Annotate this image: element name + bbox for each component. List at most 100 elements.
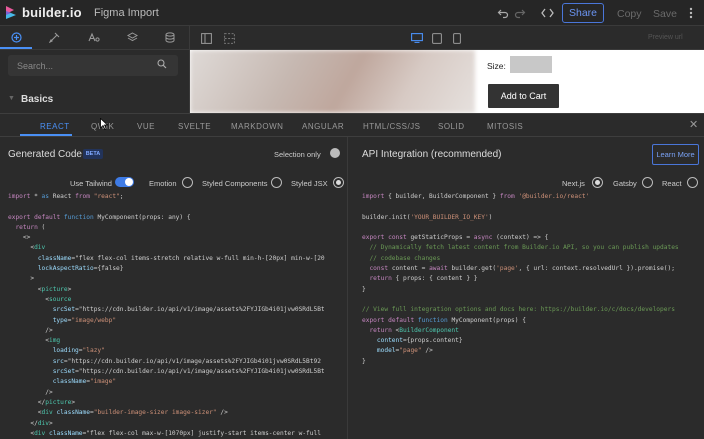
generated-code-line: <> bbox=[8, 234, 31, 242]
layers-tab-icon[interactable] bbox=[125, 30, 139, 44]
generated-code-line: <div className="builder-image-sizer imag… bbox=[8, 409, 228, 417]
sidebar-toggle-icon[interactable] bbox=[199, 31, 213, 45]
chevron-down-icon[interactable]: ▼ bbox=[8, 95, 15, 102]
tab-svelte[interactable]: SVELTE bbox=[178, 122, 211, 131]
save-button[interactable]: Save bbox=[653, 8, 677, 20]
learn-more-button[interactable]: Learn More bbox=[652, 144, 699, 165]
grid-icon[interactable] bbox=[222, 31, 236, 45]
tab-mitosis[interactable]: MITOSIS bbox=[487, 122, 523, 131]
gatsby-radio[interactable] bbox=[642, 177, 653, 188]
tab-react[interactable]: REACT bbox=[40, 122, 70, 131]
react-radio[interactable] bbox=[687, 177, 698, 188]
api-integration-title: API Integration (recommended) bbox=[362, 149, 502, 160]
selection-only-toggle[interactable] bbox=[330, 148, 340, 158]
integration-code-line bbox=[362, 223, 679, 233]
emotion-radio[interactable] bbox=[182, 177, 193, 188]
tab-markdown[interactable]: MARKDOWN bbox=[231, 122, 283, 131]
tablet-view-icon[interactable] bbox=[430, 31, 444, 45]
preview-url-label[interactable]: Preview url bbox=[648, 34, 683, 41]
integration-code-line: } bbox=[362, 357, 366, 365]
brand-name: builder.io bbox=[22, 5, 82, 20]
size-select[interactable] bbox=[510, 56, 552, 73]
more-menu-icon[interactable] bbox=[684, 6, 698, 20]
generated-code-line: </div> bbox=[8, 419, 53, 427]
generated-code-line: </picture> bbox=[8, 398, 76, 406]
integration-code-line: return { props: { content } } bbox=[369, 275, 478, 283]
search-icon bbox=[157, 59, 167, 71]
generated-code-line: <div className="flex flex-col max-w-[107… bbox=[8, 429, 321, 437]
use-tailwind-label: Use Tailwind bbox=[70, 179, 112, 188]
generated-code-line: lockAspectRatio={false} bbox=[37, 265, 124, 273]
generated-code-line: <div bbox=[8, 244, 46, 252]
tab-angular[interactable]: ANGULAR bbox=[302, 122, 344, 131]
basics-section-label[interactable]: Basics bbox=[21, 94, 53, 105]
preview-toolbar: Preview url bbox=[190, 26, 704, 50]
close-icon[interactable]: ✕ bbox=[689, 118, 698, 131]
integration-code-line: export default function MyComponent(prop… bbox=[362, 316, 526, 324]
api-integration-panel: API Integration (recommended) Learn More… bbox=[347, 137, 704, 439]
generated-code-line: className="flex flex-col items-stretch r… bbox=[37, 254, 325, 262]
integration-code-line bbox=[362, 295, 679, 305]
generated-code-line: return ( bbox=[15, 223, 46, 231]
tab-vue[interactable]: VUE bbox=[137, 122, 155, 131]
generated-code-panel: Generated Code BETA Selection only Use T… bbox=[0, 137, 347, 439]
styled-components-label: Styled Components bbox=[202, 179, 268, 188]
generated-code-line: export default function MyComponent(prop… bbox=[8, 213, 191, 221]
generated-code-line: <source bbox=[8, 295, 72, 303]
generated-code-line: srcSet="https://cdn.builder.io/api/v1/im… bbox=[52, 306, 325, 314]
tab-solid[interactable]: SOLID bbox=[438, 122, 465, 131]
top-toolbar: builder.io Figma Import Share Copy Save bbox=[0, 0, 704, 26]
beta-badge: BETA bbox=[83, 149, 103, 159]
search-input[interactable] bbox=[8, 55, 178, 76]
integration-code-line: const content = await builder.get('page'… bbox=[369, 265, 675, 273]
mobile-view-icon[interactable] bbox=[450, 31, 464, 45]
generated-code-line: > bbox=[8, 275, 35, 283]
styled-components-radio[interactable] bbox=[271, 177, 282, 188]
app-root: builder.io Figma Import Share Copy Save bbox=[0, 0, 704, 439]
gatsby-label: Gatsby bbox=[613, 179, 637, 188]
code-icon[interactable] bbox=[540, 6, 554, 20]
text-tab-icon[interactable] bbox=[87, 30, 101, 44]
generated-code-line: /> bbox=[8, 326, 53, 334]
generated-code-line: type="image/webp" bbox=[52, 316, 117, 324]
redo-icon[interactable] bbox=[513, 6, 527, 20]
data-tab-icon[interactable] bbox=[163, 30, 177, 44]
add-to-cart-button[interactable]: Add to Cart bbox=[488, 84, 559, 108]
tab-html-css-js[interactable]: HTML/CSS/JS bbox=[363, 122, 421, 131]
preview-canvas[interactable]: Size: Add to Cart bbox=[190, 50, 704, 113]
integration-code-line: // View full integration options and doc… bbox=[362, 306, 675, 314]
generated-code-line: loading="lazy" bbox=[52, 347, 105, 355]
active-framework-indicator bbox=[20, 134, 72, 136]
size-label: Size: bbox=[487, 61, 506, 71]
builder-logo-icon bbox=[6, 6, 16, 19]
integration-code-line: return <BuilderComponent bbox=[369, 326, 459, 334]
generated-code-line: className="image" bbox=[52, 378, 117, 386]
copy-button[interactable]: Copy bbox=[617, 8, 642, 20]
generated-code-line: import * as React from "react"; bbox=[8, 193, 124, 200]
generated-code-line bbox=[8, 202, 325, 212]
generated-code-line: /> bbox=[8, 388, 53, 396]
desktop-view-icon[interactable] bbox=[410, 31, 424, 45]
generated-code-line: src="https://cdn.builder.io/api/v1/image… bbox=[52, 357, 321, 365]
integration-code-block[interactable]: import { builder, BuilderComponent } fro… bbox=[362, 192, 679, 367]
generated-code-block[interactable]: import * as React from "react"; export d… bbox=[8, 192, 325, 439]
styled-jsx-label: Styled JSX bbox=[291, 179, 328, 188]
use-tailwind-toggle[interactable] bbox=[115, 177, 134, 187]
react-label: React bbox=[662, 179, 682, 188]
product-image[interactable] bbox=[190, 50, 475, 113]
nextjs-radio[interactable] bbox=[592, 177, 603, 188]
styled-jsx-radio[interactable] bbox=[333, 177, 344, 188]
integration-code-line: import { builder, BuilderComponent } fro… bbox=[362, 193, 590, 200]
undo-icon[interactable] bbox=[496, 6, 510, 20]
nextjs-label: Next.js bbox=[562, 179, 585, 188]
emotion-label: Emotion bbox=[149, 179, 177, 188]
share-button[interactable]: Share bbox=[562, 3, 604, 23]
integration-code-line: builder.init('YOUR_BUILDER_IO_KEY') bbox=[362, 213, 493, 221]
integration-code-line: content={props.content} bbox=[376, 337, 463, 345]
integration-code-line: model="page" /> bbox=[376, 347, 433, 355]
document-title[interactable]: Figma Import bbox=[94, 7, 159, 19]
insert-tab-icon[interactable] bbox=[9, 30, 23, 44]
style-tab-icon[interactable] bbox=[47, 30, 61, 44]
integration-code-line bbox=[362, 202, 679, 212]
divider bbox=[0, 49, 190, 50]
